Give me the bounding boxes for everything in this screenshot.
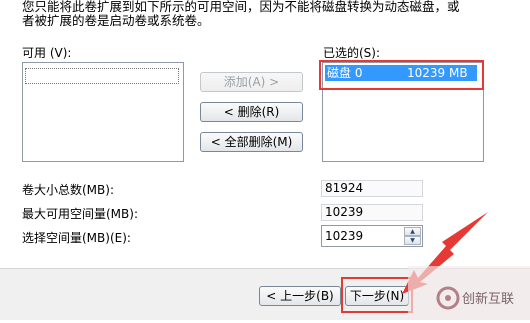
remove-button[interactable]: < 删除(R) [200, 102, 303, 122]
available-label: 可用 (V): [22, 46, 72, 60]
max-space-label: 最大可用空间量(MB): [22, 207, 138, 221]
add-button[interactable]: 添加(A) > [200, 72, 303, 92]
back-button[interactable]: < 上一步(B) [259, 286, 341, 306]
available-focus-row[interactable] [25, 68, 179, 84]
selected-label: 已选的(S): [323, 46, 381, 60]
intro-line-1: 您只能将此卷扩展到如下所示的可用空间，因为不能将磁盘转换为动态磁盘，或 [22, 0, 460, 14]
total-size-value: 81924 [321, 180, 423, 197]
watermark: 创新互联 [408, 266, 530, 320]
highlight-box-selected [319, 60, 484, 90]
intro-text: 您只能将此卷扩展到如下所示的可用空间，因为不能将磁盘转换为动态磁盘，或 者被扩展… [22, 0, 512, 28]
select-space-label: 选择空间量(MB)(E): [22, 231, 131, 245]
intro-line-2: 者被扩展的卷是启动卷或系统卷。 [22, 13, 210, 28]
watermark-text: 创新互联 [462, 292, 515, 307]
remove-all-button[interactable]: < 全部删除(M) [200, 132, 303, 152]
available-listbox[interactable] [22, 62, 184, 162]
total-size-label: 卷大小总数(MB): [22, 183, 114, 197]
